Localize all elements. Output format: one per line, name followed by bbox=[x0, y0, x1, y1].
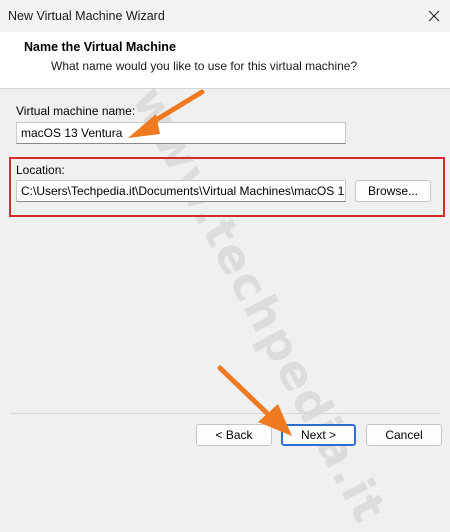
title-bar: New Virtual Machine Wizard bbox=[0, 0, 450, 32]
vm-name-label: Virtual machine name: bbox=[16, 104, 136, 118]
browse-button[interactable]: Browse... bbox=[355, 180, 431, 202]
arrow-annotation-next bbox=[217, 365, 292, 436]
close-button[interactable] bbox=[418, 0, 450, 32]
wizard-header: Name the Virtual Machine What name would… bbox=[0, 32, 450, 89]
location-label: Location: bbox=[16, 163, 65, 177]
close-icon bbox=[428, 10, 440, 22]
page-subtitle: What name would you like to use for this… bbox=[51, 59, 358, 73]
window-title: New Virtual Machine Wizard bbox=[8, 9, 165, 23]
location-input[interactable]: C:\Users\Techpedia.it\Documents\Virtual … bbox=[16, 180, 346, 202]
arrow-annotation-name bbox=[128, 89, 205, 138]
cancel-button[interactable]: Cancel bbox=[366, 424, 442, 446]
page-title: Name the Virtual Machine bbox=[24, 40, 176, 54]
